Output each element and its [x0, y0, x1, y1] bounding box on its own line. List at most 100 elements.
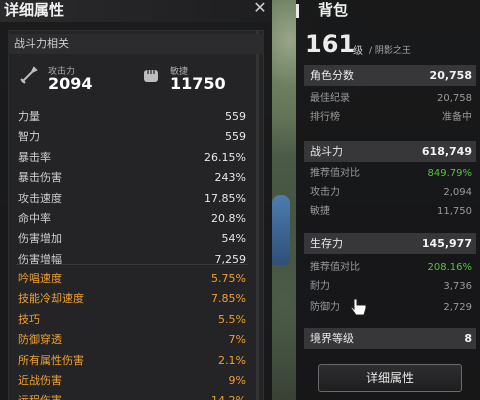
survival-header: 生存力 145,977 — [304, 233, 476, 254]
compare-value: 208.16% — [427, 262, 473, 273]
stat-row: 防御穿透 7% — [16, 330, 248, 350]
agility-value: 11750 — [170, 74, 226, 93]
attack-row: 攻击力 2,094 — [304, 183, 476, 202]
level-number: 161 — [305, 30, 356, 58]
sword-icon — [20, 66, 38, 84]
stat-row: 伤害增幅 7,259 — [16, 250, 248, 270]
stat-value: 243% — [214, 171, 246, 185]
stat-name: 暴击伤害 — [18, 171, 62, 185]
stat-row: 命中率 20.8% — [16, 209, 248, 229]
stat-name: 技能冷却速度 — [18, 292, 84, 306]
stat-name: 伤害增加 — [18, 232, 62, 246]
stat-value: 26.15% — [204, 150, 246, 164]
stat-value: 559 — [225, 130, 246, 144]
stat-value: 14.2% — [211, 391, 246, 400]
stat-value: 54% — [221, 232, 246, 246]
level-unit: 级 — [353, 46, 363, 57]
stat-name: 吟唱速度 — [18, 272, 62, 285]
stat-row: 攻击速度 17.85% — [16, 189, 248, 209]
attack-value: 2,094 — [443, 187, 472, 198]
stat-name: 所有属性伤害 — [18, 353, 84, 367]
stat-value: 2.1% — [218, 353, 246, 367]
role-score-value: 20,758 — [429, 69, 472, 82]
defense-row: 防御力 2,729 — [304, 298, 476, 317]
detail-attributes-panel: 详细属性 ✕ 战斗力相关 攻击力 2094 敏捷 11750 力量 559 智力 5… — [0, 0, 272, 400]
ranking-row: 排行榜 准备中 — [304, 108, 476, 127]
stat-value: 9% — [228, 373, 246, 387]
stat-name: 命中率 — [18, 211, 51, 225]
agility-value: 11,750 — [437, 206, 472, 217]
stat-value: 559 — [225, 110, 246, 123]
close-button[interactable]: ✕ — [251, 0, 269, 18]
best-record-label: 最佳纪录 — [310, 93, 350, 104]
compare-value: 849.79% — [427, 168, 473, 179]
scrollbar[interactable] — [256, 30, 259, 400]
realm-header: 境界等级 8 — [304, 328, 476, 349]
realm-label: 境界等级 — [310, 332, 354, 345]
bag-title: 背包 — [318, 1, 349, 19]
stat-name: 防御穿透 — [18, 333, 62, 347]
stat-row: 伤害增加 54% — [16, 229, 248, 249]
hand-cursor-icon — [350, 298, 367, 316]
divider — [16, 264, 248, 265]
stat-row: 远程伤害 14.2% — [16, 391, 248, 400]
stat-value: 20.8% — [211, 211, 246, 225]
stat-name: 技巧 — [18, 312, 40, 326]
stat-row: 暴击率 26.15% — [16, 148, 248, 168]
best-record-value: 20,758 — [437, 93, 472, 104]
stat-name: 攻击速度 — [18, 191, 62, 205]
level-title: / 阴影之王 — [369, 46, 411, 56]
stat-name: 伤害增幅 — [18, 252, 62, 266]
stat-name: 力量 — [18, 110, 40, 123]
character-figure — [272, 195, 290, 265]
endurance-label: 耐力 — [310, 281, 330, 292]
stat-value: 7.85% — [211, 292, 246, 306]
stat-value: 7% — [228, 333, 246, 347]
stat-row: 暴击伤害 243% — [16, 168, 248, 188]
compare-label: 推荐值对比 — [310, 168, 360, 179]
panel-title: 详细属性 — [4, 1, 65, 19]
ranking-value: 准备中 — [442, 112, 472, 123]
special-stats-list: 吟唱速度 5.75% 技能冷却速度 7.85% 技巧 5.5% 防御穿透 7% 所有属性… — [16, 269, 248, 400]
ranking-label: 排行榜 — [310, 112, 340, 123]
title-accent-bar — [296, 4, 299, 18]
stat-row: 所有属性伤害 2.1% — [16, 351, 248, 371]
section-title: 战斗力相关 — [8, 34, 264, 54]
stat-row: 吟唱速度 5.75% — [16, 269, 248, 289]
stat-row: 智力 559 — [16, 127, 248, 147]
attack-label: 攻击力 — [310, 187, 340, 198]
survival-value: 145,977 — [421, 237, 472, 250]
combat-value: 618,749 — [421, 145, 472, 158]
stat-name: 智力 — [18, 130, 40, 144]
endurance-value: 3,736 — [443, 281, 472, 292]
realm-value: 8 — [464, 332, 472, 345]
stat-row: 力量 559 — [16, 107, 248, 127]
stat-value: 17.85% — [204, 191, 246, 205]
stat-name: 近战伤害 — [18, 373, 62, 387]
best-record-row: 最佳纪录 20,758 — [304, 89, 476, 108]
combat-label: 战斗力 — [310, 145, 343, 158]
agility-row: 敏捷 11,750 — [304, 202, 476, 221]
defense-label: 防御力 — [310, 302, 340, 313]
combat-header: 战斗力 618,749 — [304, 141, 476, 162]
stat-row: 技能冷却速度 7.85% — [16, 289, 248, 309]
fist-icon — [144, 70, 158, 82]
role-score-header: 角色分数 20,758 — [304, 65, 476, 86]
stat-name: 远程伤害 — [18, 391, 62, 400]
stat-row: 近战伤害 9% — [16, 371, 248, 391]
stat-row: 技巧 5.5% — [16, 310, 248, 330]
stat-value: 5.75% — [211, 272, 246, 285]
agility-label: 敏捷 — [310, 206, 330, 217]
defense-value: 2,729 — [443, 302, 472, 313]
base-stats-list: 力量 559 智力 559 暴击率 26.15% 暴击伤害 243% 攻击速度 17.85… — [16, 107, 248, 270]
survival-label: 生存力 — [310, 237, 343, 250]
compare-label: 推荐值对比 — [310, 262, 360, 273]
attack-value: 2094 — [48, 74, 93, 93]
survival-compare-row: 推荐值对比 208.16% — [304, 258, 476, 277]
stat-value: 5.5% — [218, 312, 246, 326]
combat-compare-row: 推荐值对比 849.79% — [304, 164, 476, 183]
stat-name: 暴击率 — [18, 150, 51, 164]
detail-attributes-button[interactable]: 详细属性 — [318, 364, 462, 392]
role-score-label: 角色分数 — [310, 69, 354, 82]
endurance-row: 耐力 3,736 — [304, 277, 476, 296]
